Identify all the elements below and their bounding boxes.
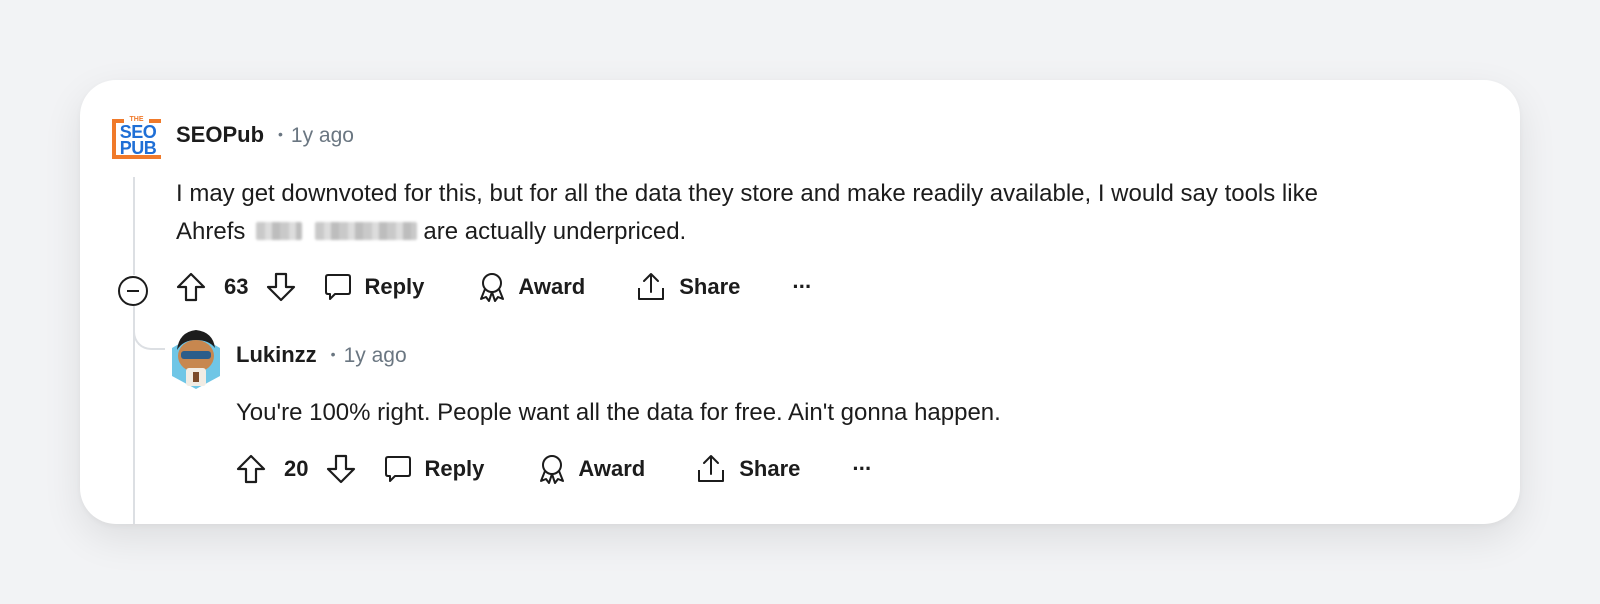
redacted-text bbox=[314, 221, 417, 240]
seopub-logo-icon: THE SEO PUB bbox=[112, 116, 161, 159]
upvote-arrow-icon bbox=[236, 454, 266, 484]
share-icon bbox=[698, 455, 725, 482]
comment-text-segment: Ahrefs bbox=[176, 218, 246, 245]
comment-bubble-icon bbox=[385, 456, 412, 482]
vote-count: 63 bbox=[224, 274, 249, 299]
time-label: 1y ago bbox=[290, 124, 354, 147]
comment-header: SEOPub • 1y ago bbox=[176, 122, 354, 148]
redacted-text bbox=[256, 221, 303, 240]
reply-button[interactable]: Reply bbox=[322, 271, 424, 303]
more-options-button[interactable]: ··· bbox=[792, 274, 812, 300]
comment-body: I may get downvoted for this, but for al… bbox=[176, 175, 1496, 251]
author-name[interactable]: SEOPub bbox=[176, 122, 264, 148]
author-name[interactable]: Lukinzz bbox=[236, 342, 317, 368]
share-icon bbox=[638, 273, 665, 300]
timestamp: • 1y ago bbox=[317, 344, 407, 368]
comment-actions: 63 Reply Award Share ··· bbox=[174, 267, 812, 307]
share-button[interactable]: Share bbox=[695, 453, 800, 485]
share-label: Share bbox=[679, 274, 741, 299]
thread-line-main[interactable] bbox=[133, 177, 135, 275]
downvote-button[interactable] bbox=[264, 270, 298, 304]
comment-bubble-icon bbox=[325, 274, 352, 300]
reply-body: You're 100% right. People want all the d… bbox=[236, 394, 1436, 432]
ellipsis-icon: ··· bbox=[792, 274, 812, 299]
comment-body-line: You're 100% right. People want all the d… bbox=[236, 399, 1001, 426]
award-button[interactable]: Award bbox=[536, 453, 645, 485]
reply-actions: 20 Reply Award Share ··· bbox=[234, 449, 872, 489]
downvote-button[interactable] bbox=[324, 452, 358, 486]
upvote-arrow-icon bbox=[176, 272, 206, 302]
award-label: Award bbox=[578, 456, 646, 481]
award-button[interactable]: Award bbox=[476, 271, 585, 303]
comment-body-line: I may get downvoted for this, but for al… bbox=[176, 180, 1318, 207]
upvote-button[interactable] bbox=[174, 270, 208, 304]
downvote-arrow-icon bbox=[327, 454, 356, 484]
share-button[interactable]: Share bbox=[635, 271, 740, 303]
more-options-button[interactable]: ··· bbox=[852, 456, 872, 482]
award-icon bbox=[540, 455, 565, 484]
downvote-arrow-icon bbox=[267, 272, 296, 302]
avatar-seopub[interactable]: THE SEO PUB bbox=[111, 113, 162, 161]
timestamp: • 1y ago bbox=[264, 124, 354, 148]
vote-count: 20 bbox=[284, 456, 309, 481]
avatar-lukinzz[interactable] bbox=[169, 326, 223, 390]
reply-button[interactable]: Reply bbox=[382, 453, 484, 485]
award-label: Award bbox=[518, 274, 586, 299]
reply-header: Lukinzz • 1y ago bbox=[236, 342, 407, 368]
separator-dot: • bbox=[330, 346, 336, 363]
separator-dot: • bbox=[278, 126, 283, 143]
comment-text-segment: are actually underpriced. bbox=[423, 218, 687, 245]
collapse-thread-button[interactable] bbox=[118, 276, 148, 306]
ellipsis-icon: ··· bbox=[852, 456, 872, 481]
thread-branch-connector bbox=[133, 318, 165, 350]
comment-body-line: Ahrefs are actually underpriced. bbox=[176, 213, 1496, 251]
award-icon bbox=[480, 273, 505, 302]
user-avatar-icon bbox=[172, 330, 220, 389]
reply-label: Reply bbox=[364, 274, 425, 299]
time-label: 1y ago bbox=[343, 344, 407, 367]
share-label: Share bbox=[739, 456, 801, 481]
reply-label: Reply bbox=[424, 456, 485, 481]
upvote-button[interactable] bbox=[234, 452, 268, 486]
svg-text:PUB: PUB bbox=[120, 138, 157, 158]
